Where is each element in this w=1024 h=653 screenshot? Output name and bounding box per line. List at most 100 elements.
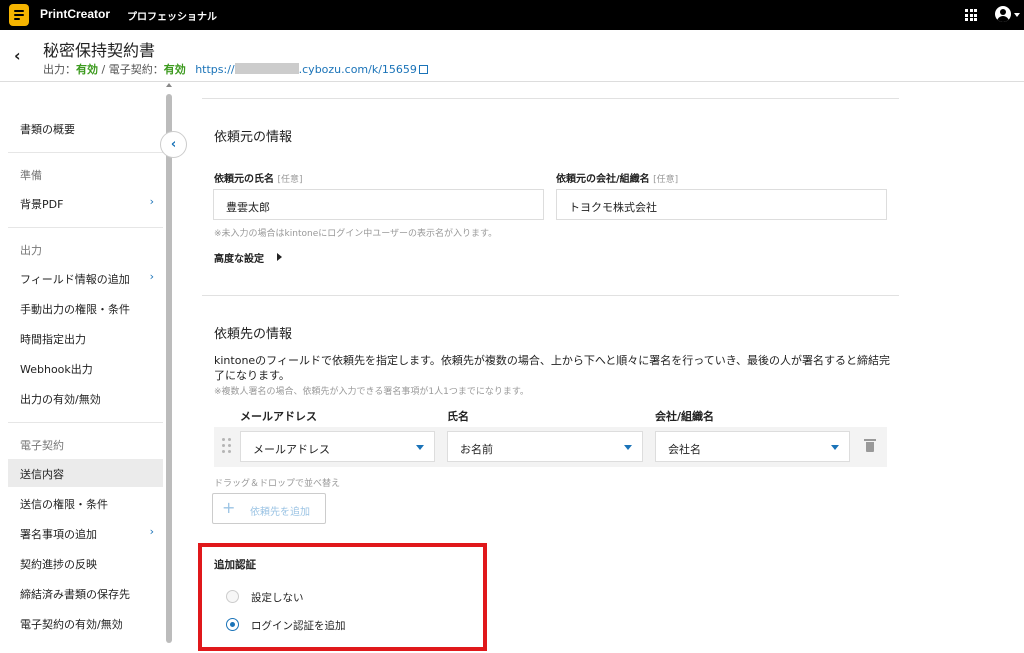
section-divider — [202, 295, 899, 296]
sidebar-item-send-content[interactable]: 送信内容 — [8, 459, 163, 487]
name-field-select[interactable]: お名前 — [447, 431, 643, 462]
sidebar-divider — [8, 152, 163, 153]
chevron-down-icon[interactable] — [1014, 13, 1020, 17]
radio-login-auth[interactable] — [226, 618, 239, 631]
sidebar-item-output-toggle[interactable]: 出力の有効/無効 — [8, 384, 163, 412]
sidebar-divider — [8, 227, 163, 228]
sidebar-item-label: 送信の権限・条件 — [20, 498, 108, 511]
select-value: メールアドレス — [253, 443, 330, 456]
collapse-sidebar-button[interactable]: ‹ — [160, 131, 187, 158]
sidebar-item-send-permission[interactable]: 送信の権限・条件 — [8, 489, 163, 517]
section-divider — [202, 98, 899, 99]
status-separator: / — [98, 63, 109, 76]
sidebar-item-label: 締結済み書類の保存先 — [20, 588, 130, 601]
url-redaction — [234, 63, 299, 74]
sidebar-item-overview[interactable]: 書類の概要 — [8, 114, 163, 142]
contract-status-label: 電子契約： — [108, 63, 164, 76]
sidebar-group-contract: 電子契約 — [20, 439, 64, 452]
scrollbar-thumb[interactable] — [166, 94, 172, 643]
sidebar-item-background-pdf[interactable]: 背景PDF › — [8, 189, 163, 217]
radio-no-auth-label[interactable]: 設定しない — [251, 590, 304, 605]
column-header-org: 会社/組織名 — [655, 410, 715, 423]
sidebar-item-label: 背景PDF — [20, 198, 64, 211]
app-url-link[interactable]: https:// .cybozu.com/k/15659 — [195, 63, 428, 76]
sidebar-item-label: 書類の概要 — [20, 123, 75, 136]
optional-tag: [任意] — [277, 175, 303, 185]
sidebar-group-prep: 準備 — [20, 169, 42, 182]
sidebar-item-label: フィールド情報の追加 — [20, 273, 130, 286]
requester-section-title: 依頼元の情報 — [214, 130, 293, 145]
sidebar-item-label: 送信内容 — [20, 468, 64, 481]
additional-auth-title: 追加認証 — [214, 559, 256, 571]
chevron-right-icon: › — [149, 270, 154, 283]
contract-status-value: 有効 — [163, 63, 186, 76]
recipient-section-title: 依頼先の情報 — [214, 327, 293, 342]
email-field-select[interactable]: メールアドレス — [240, 431, 435, 462]
sidebar-item-label: 出力の有効/無効 — [20, 393, 101, 406]
sidebar-item-progress[interactable]: 契約進捗の反映 — [8, 549, 163, 577]
sidebar-group-output: 出力 — [20, 244, 42, 257]
sidebar-item-label: 電子契約の有効/無効 — [20, 618, 123, 631]
edition-label: プロフェッショナル — [127, 12, 217, 23]
sidebar-item-label: 契約進捗の反映 — [20, 558, 97, 571]
output-status-label: 出力： — [43, 63, 76, 76]
optional-tag: [任意] — [653, 175, 679, 185]
dropdown-caret-icon — [416, 445, 424, 450]
sidebar-item-webhook-output[interactable]: Webhook出力 — [8, 354, 163, 382]
radio-login-auth-label[interactable]: ログイン認証を追加 — [251, 618, 346, 633]
brand-name: PrintCreator — [40, 7, 111, 21]
button-label: 依頼先を追加 — [250, 507, 310, 518]
sidebar-item-label: 署名事項の追加 — [20, 528, 97, 541]
column-header-name: 氏名 — [447, 410, 469, 423]
app-grid-icon[interactable] — [965, 9, 977, 21]
sidebar-item-label: 手動出力の権限・条件 — [20, 303, 130, 316]
sidebar-item-saved-destination[interactable]: 締結済み書類の保存先 — [8, 579, 163, 607]
sidebar-item-add-signature[interactable]: 署名事項の追加 › — [8, 519, 163, 547]
select-value: 会社名 — [668, 443, 701, 456]
requester-name-label: 依頼元の氏名 [任意] — [214, 170, 303, 185]
drag-drop-hint: ドラッグ＆ドロップで並べ替え — [214, 479, 341, 489]
field-label-text: 依頼元の会社/組織名 — [556, 174, 650, 185]
requester-hint: ※未入力の場合はkintoneにログイン中ユーザーの表示名が入ります。 — [214, 229, 498, 239]
select-value: お名前 — [460, 443, 493, 456]
sidebar-item-add-field[interactable]: フィールド情報の追加 › — [8, 264, 163, 292]
plus-icon: + — [222, 498, 236, 517]
recipient-description: kintoneのフィールドで依頼先を指定します。依頼先が複数の場合、上から下へと… — [214, 354, 890, 382]
advanced-settings-toggle[interactable]: 高度な設定 — [214, 250, 264, 265]
org-field-select[interactable]: 会社名 — [655, 431, 850, 462]
sidebar-item-manual-permission[interactable]: 手動出力の権限・条件 — [8, 294, 163, 322]
field-label-text: 依頼元の氏名 — [214, 174, 274, 185]
user-account-icon[interactable] — [995, 6, 1011, 22]
requester-org-label: 依頼元の会社/組織名 [任意] — [556, 170, 678, 185]
sidebar-item-label: Webhook出力 — [20, 363, 93, 376]
radio-no-auth[interactable] — [226, 590, 239, 603]
chevron-right-icon: › — [149, 195, 154, 208]
drag-handle-icon[interactable] — [222, 438, 232, 454]
sidebar-item-scheduled-output[interactable]: 時間指定出力 — [8, 324, 163, 352]
output-status-value: 有効 — [76, 63, 98, 76]
top-bar: PrintCreator プロフェッショナル — [0, 0, 1024, 30]
dropdown-caret-icon — [624, 445, 632, 450]
dropdown-caret-icon — [831, 445, 839, 450]
page-header: 秘密保持契約書 出力：有効 / 電子契約：有効 https://.cybozu.… — [0, 30, 1024, 81]
back-arrow-icon[interactable]: ‹ — [14, 46, 21, 65]
page-title: 秘密保持契約書 — [43, 41, 156, 60]
sidebar-divider — [8, 422, 163, 423]
sidebar-item-label: 時間指定出力 — [20, 333, 86, 346]
scroll-up-arrow-icon[interactable] — [166, 83, 172, 87]
chevron-right-icon: › — [149, 525, 154, 538]
chevron-left-icon: ‹ — [170, 137, 177, 152]
recipient-note: ※複数人署名の場合、依頼先が入力できる署名事項が1人1つまでになります。 — [214, 387, 529, 397]
add-recipient-button[interactable]: + 依頼先を追加 — [212, 493, 326, 524]
requester-name-input[interactable]: 豊雲太郎 — [213, 189, 544, 220]
column-header-email: メールアドレス — [240, 410, 317, 423]
trash-icon[interactable] — [864, 439, 876, 452]
external-link-icon[interactable] — [418, 65, 428, 74]
caret-right-icon[interactable] — [277, 253, 282, 261]
url-suffix: .cybozu.com/k/15659 — [298, 63, 417, 76]
url-prefix: https:// — [195, 63, 235, 76]
requester-org-input[interactable]: トヨクモ株式会社 — [556, 189, 887, 220]
sidebar-item-contract-toggle[interactable]: 電子契約の有効/無効 — [8, 609, 163, 637]
printcreator-logo-icon — [9, 4, 29, 26]
sidebar-scrollbar[interactable] — [166, 83, 173, 643]
